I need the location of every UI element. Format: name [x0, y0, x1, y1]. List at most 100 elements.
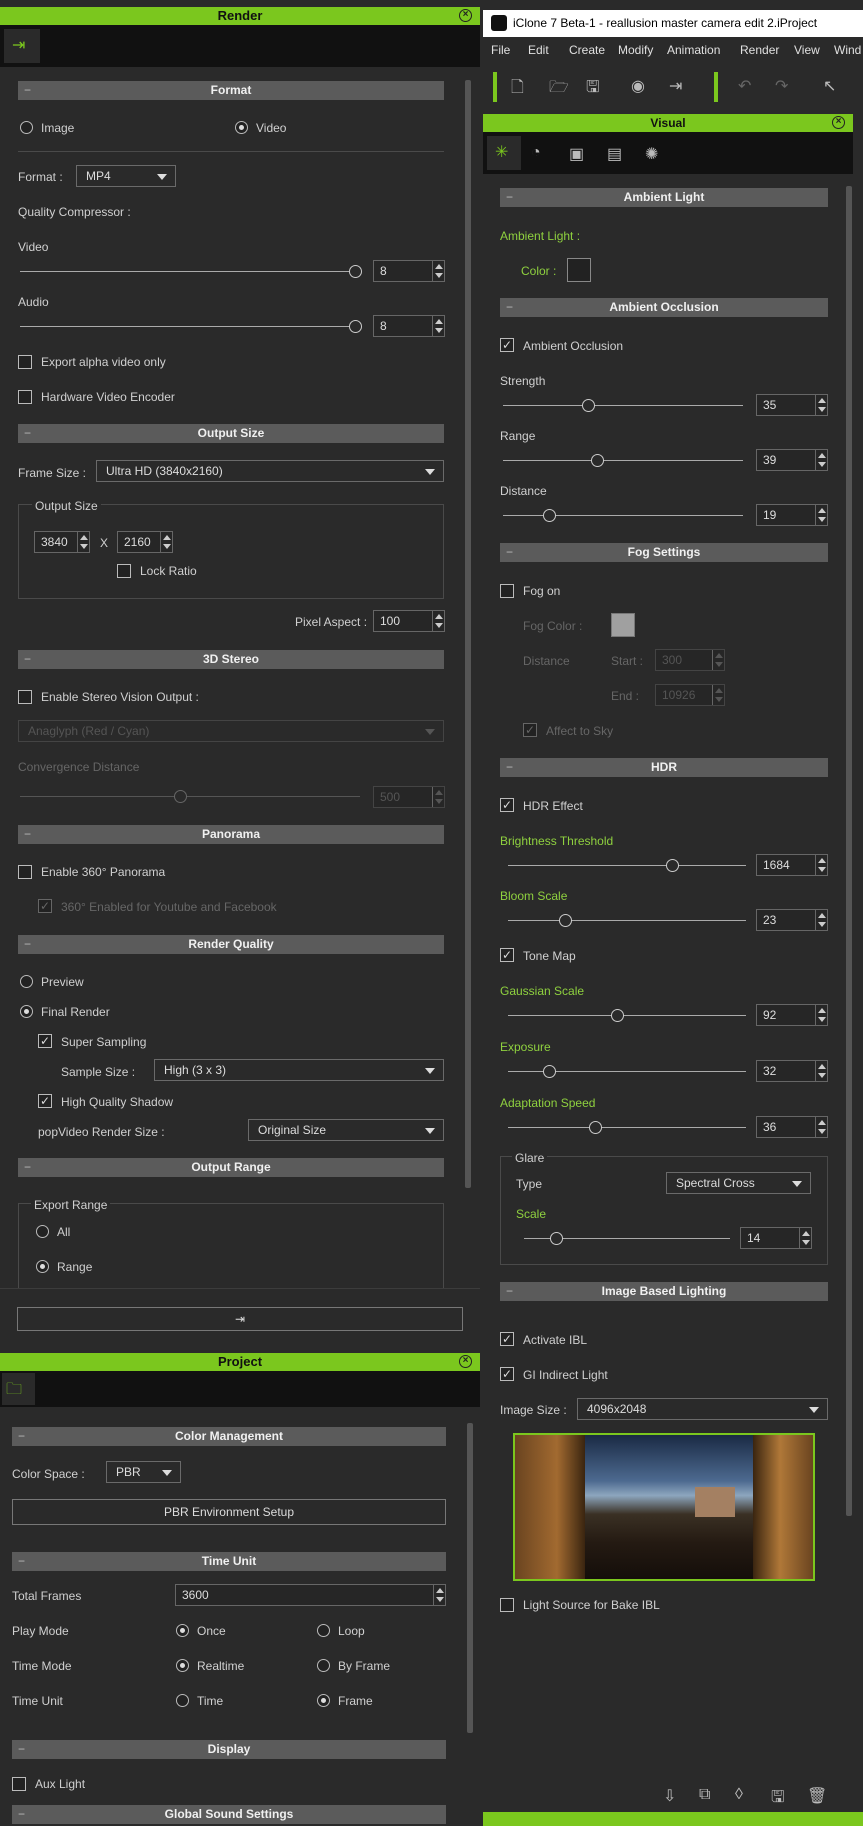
range-slider[interactable]	[591, 454, 604, 467]
bloom-input[interactable]: 23	[756, 909, 828, 931]
redo-icon[interactable]: ↷	[775, 76, 788, 96]
render-scrollbar[interactable]	[465, 80, 471, 1188]
trash-icon[interactable]: 🗑	[807, 1786, 827, 1806]
section-hdr[interactable]: − HDR	[500, 758, 828, 777]
glare-type-select[interactable]: Spectral Cross	[666, 1172, 811, 1194]
strength-input[interactable]: 35	[756, 394, 828, 416]
panorama-checkbox[interactable]	[18, 865, 32, 879]
final-render-radio[interactable]	[20, 1005, 33, 1018]
gaussian-slider[interactable]	[611, 1009, 624, 1022]
lock-ratio-checkbox[interactable]	[117, 564, 131, 578]
section-render-quality[interactable]: − Render Quality	[18, 935, 444, 954]
convergence-input[interactable]: 500	[373, 786, 445, 808]
spinner-icon[interactable]	[712, 650, 724, 670]
exposure-input[interactable]: 32	[756, 1060, 828, 1082]
close-icon[interactable]: ×	[832, 116, 845, 129]
convergence-slider[interactable]	[174, 790, 187, 803]
menu-item-render[interactable]: Render	[740, 43, 779, 57]
section-3d-stereo[interactable]: −3D Stereo	[18, 650, 444, 669]
format-select[interactable]: MP4	[76, 165, 176, 187]
menu-item-create[interactable]: Create	[569, 43, 605, 57]
pixel-aspect-input[interactable]: 100	[373, 610, 445, 632]
save-icon[interactable]: 🖫	[586, 76, 600, 103]
menu-item-edit[interactable]: Edit	[528, 43, 549, 57]
merge-icon[interactable]: ⧉	[699, 1786, 710, 1804]
export-alpha-checkbox[interactable]	[18, 355, 32, 369]
section-ambient-occlusion[interactable]: − Ambient Occlusion	[500, 298, 828, 317]
section-output-range[interactable]: − Output Range	[18, 1158, 444, 1177]
menu-item-animation[interactable]: Animation	[667, 43, 720, 57]
hw-encoder-checkbox[interactable]	[18, 390, 32, 404]
spinner-icon[interactable]	[433, 1585, 445, 1605]
ambient-color-swatch[interactable]	[567, 258, 591, 282]
audio-quality-input[interactable]: 8	[373, 315, 445, 337]
particles-icon[interactable]: ✺	[645, 144, 658, 164]
range-all-radio[interactable]	[36, 1225, 49, 1238]
strength-slider[interactable]	[582, 399, 595, 412]
convergence-track[interactable]	[20, 796, 360, 797]
section-display[interactable]: − Display	[12, 1740, 446, 1759]
hq-shadow-checkbox[interactable]: ✓	[38, 1094, 52, 1108]
spinner-icon[interactable]	[815, 1061, 827, 1081]
shadow-icon[interactable]: ◔	[531, 144, 541, 162]
spinner-icon[interactable]	[815, 910, 827, 930]
new-file-icon[interactable]: 🗋	[511, 76, 524, 103]
spinner-icon[interactable]	[815, 450, 827, 470]
spinner-icon[interactable]	[815, 1117, 827, 1137]
spinner-icon[interactable]	[432, 611, 444, 631]
youtube-checkbox[interactable]: ✓	[38, 899, 52, 913]
bloom-slider[interactable]	[559, 914, 572, 927]
distance-input[interactable]: 19	[756, 504, 828, 526]
menu-item-file[interactable]: File	[491, 43, 510, 57]
image-size-select[interactable]: 4096x2048	[577, 1398, 828, 1420]
fog-checkbox[interactable]	[500, 584, 514, 598]
export-tab[interactable]: ⇥	[4, 29, 40, 63]
total-frames-input[interactable]: 3600	[175, 1584, 446, 1606]
spinner-icon[interactable]	[432, 261, 444, 281]
tone-map-checkbox[interactable]: ✓	[500, 948, 514, 962]
menu-item-wind[interactable]: Wind	[834, 43, 861, 57]
height-input[interactable]: 2160	[117, 531, 173, 553]
gaussian-input[interactable]: 92	[756, 1004, 828, 1026]
video-radio[interactable]	[235, 121, 248, 134]
strength-track[interactable]	[503, 405, 743, 406]
section-color-management[interactable]: − Color Management	[12, 1427, 446, 1446]
save-icon[interactable]: 🖫	[771, 1786, 785, 1813]
popvideo-select[interactable]: Original Size	[248, 1119, 444, 1141]
spinner-icon[interactable]	[160, 532, 172, 552]
frame-radio[interactable]	[317, 1694, 330, 1707]
color-space-select[interactable]: PBR	[106, 1461, 181, 1483]
pbr-env-button[interactable]: PBR Environment Setup	[12, 1499, 446, 1525]
section-time-unit[interactable]: − Time Unit	[12, 1552, 446, 1571]
range-input[interactable]: 39	[756, 449, 828, 471]
video-quality-input[interactable]: 8	[373, 260, 445, 282]
preview-radio[interactable]	[20, 975, 33, 988]
fog-color-swatch[interactable]	[611, 613, 635, 637]
section-global-sound[interactable]: − Global Sound Settings	[12, 1805, 446, 1824]
super-sampling-checkbox[interactable]: ✓	[38, 1034, 52, 1048]
spinner-icon[interactable]	[432, 787, 444, 807]
anaglyph-select[interactable]: Anaglyph (Red / Cyan)	[18, 720, 444, 742]
image-radio[interactable]	[20, 121, 33, 134]
once-radio[interactable]	[176, 1624, 189, 1637]
start-input[interactable]: 300	[655, 649, 725, 671]
open-folder-icon[interactable]: 🗁	[549, 76, 569, 103]
section-ibl[interactable]: − Image Based Lighting	[500, 1282, 828, 1301]
audio-quality-slider[interactable]	[349, 320, 362, 333]
close-icon[interactable]: ×	[459, 9, 472, 22]
menu-item-view[interactable]: View	[794, 43, 820, 57]
visual-scrollbar[interactable]	[846, 186, 852, 1516]
distance-slider[interactable]	[543, 509, 556, 522]
image-icon[interactable]: ▣	[569, 144, 584, 164]
preview-icon[interactable]: ◉	[631, 76, 645, 96]
brightness-track[interactable]	[508, 865, 746, 866]
undo-icon[interactable]: ↶	[738, 76, 751, 96]
stereo-checkbox[interactable]	[18, 690, 32, 704]
video-quality-slider[interactable]	[349, 265, 362, 278]
spinner-icon[interactable]	[432, 316, 444, 336]
distance-track[interactable]	[503, 515, 743, 516]
spinner-icon[interactable]	[77, 532, 89, 552]
brightness-input[interactable]: 1684	[756, 854, 828, 876]
gaussian-track[interactable]	[508, 1015, 746, 1016]
select-arrow-icon[interactable]: ↖	[823, 76, 836, 96]
